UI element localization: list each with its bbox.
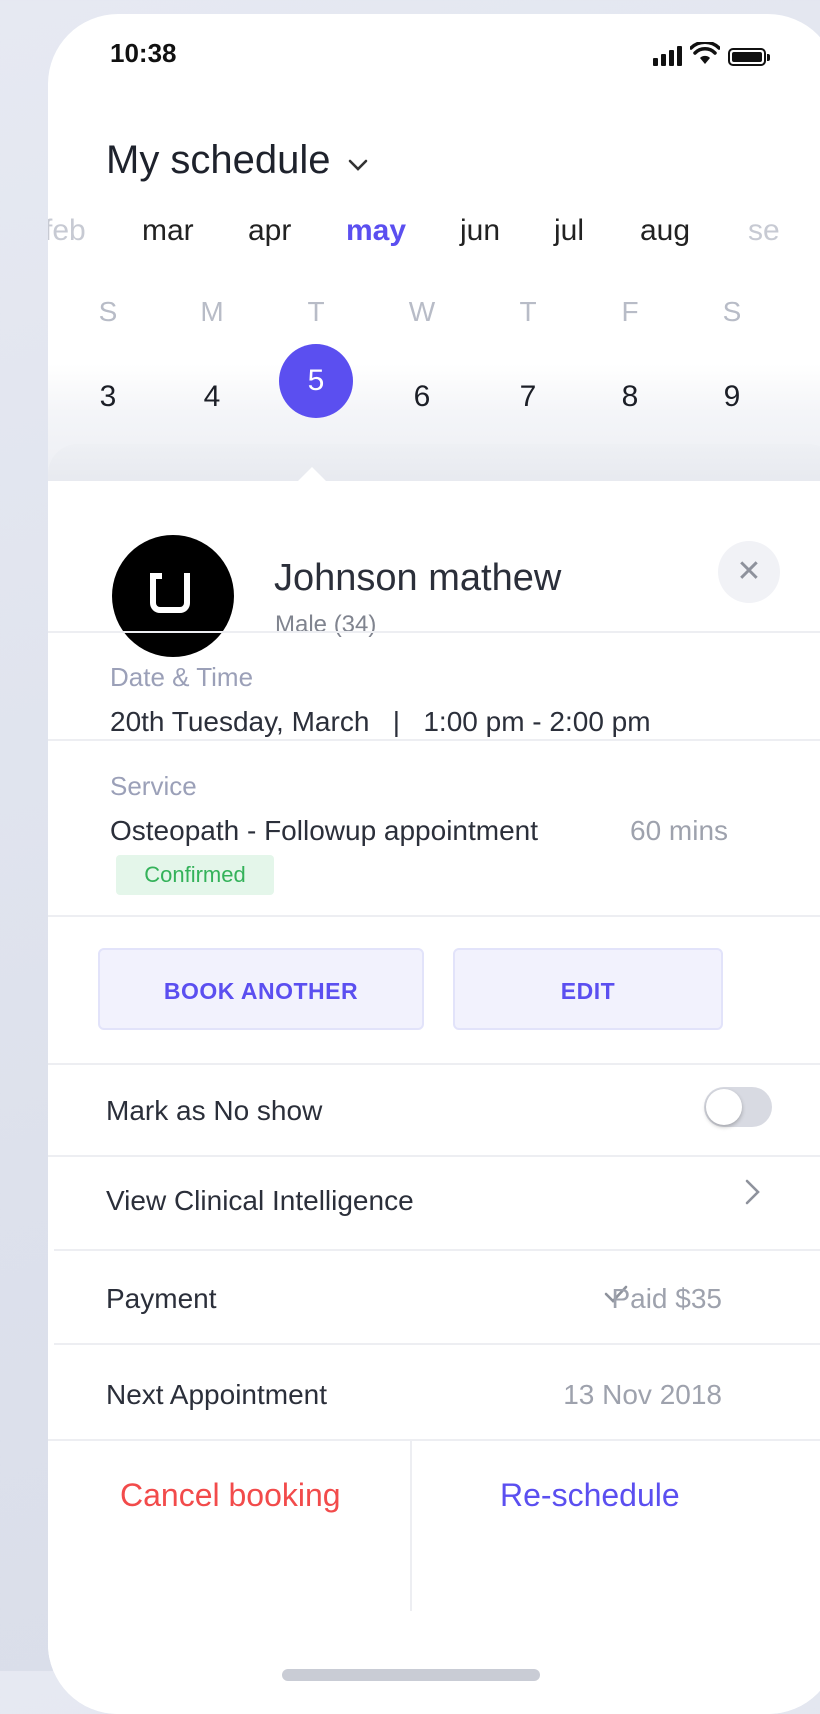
chevron-down-icon: [347, 152, 369, 178]
status-icons: [653, 42, 770, 66]
weekday-label: T: [519, 296, 537, 327]
weekday-label: F: [621, 296, 639, 327]
divider: [48, 739, 820, 741]
day-5-selected[interactable]: 5: [279, 344, 353, 418]
signal-icon: [653, 44, 682, 66]
day-6[interactable]: 6: [385, 360, 459, 434]
divider: [48, 1155, 820, 1157]
close-icon: ✕: [736, 555, 762, 588]
date-time-value: 20th Tuesday, March | 1:00 pm - 2:00 pm: [110, 706, 651, 737]
reschedule-button[interactable]: Re-schedule: [500, 1477, 680, 1514]
status-time: 10:38: [110, 38, 177, 68]
sheet-shadow: [48, 444, 820, 484]
battery-icon: [728, 48, 770, 66]
day-4[interactable]: 4: [175, 360, 249, 434]
service-duration: 60 mins: [630, 815, 729, 846]
month-may[interactable]: may: [346, 214, 406, 248]
toggle-knob: [706, 1089, 742, 1125]
divider: [48, 631, 820, 633]
month-aug[interactable]: aug: [640, 214, 690, 248]
day-7[interactable]: 7: [491, 360, 565, 434]
phone-screen: 10:38 My schedule feb mar apr may jun ju…: [48, 14, 820, 1714]
month-jun[interactable]: jun: [460, 214, 500, 248]
month-apr[interactable]: apr: [248, 214, 291, 248]
close-button[interactable]: ✕: [718, 541, 780, 603]
month-mar[interactable]: mar: [142, 214, 194, 248]
month-feb[interactable]: feb: [48, 214, 86, 248]
next-appointment-value: 13 Nov 2018: [563, 1379, 722, 1410]
divider: [48, 915, 820, 917]
payment-label: Payment: [106, 1283, 217, 1314]
service-value: Osteopath - Followup appointment: [110, 815, 539, 846]
footer-divider: [410, 1441, 412, 1611]
month-sep[interactable]: se: [748, 214, 780, 248]
patient-name: Johnson mathew: [274, 557, 562, 599]
weekday-label: W: [408, 296, 436, 327]
weekday-label: M: [200, 296, 224, 327]
day-8[interactable]: 8: [593, 360, 667, 434]
no-show-label: Mark as No show: [106, 1095, 323, 1126]
schedule-title-dropdown[interactable]: My schedule: [106, 138, 369, 183]
chevron-right-icon[interactable]: [744, 1177, 762, 1216]
status-bar: 10:38: [48, 14, 820, 94]
wifi-icon: [690, 42, 720, 64]
book-another-button[interactable]: BOOK ANOTHER: [98, 948, 424, 1030]
weekday-label: S: [722, 296, 742, 327]
appointment-sheet: Johnson mathew Male (34) ✕ Date & Time 2…: [48, 467, 820, 1714]
cancel-booking-button[interactable]: Cancel booking: [120, 1477, 341, 1514]
divider: [48, 1439, 820, 1441]
divider: [48, 1063, 820, 1065]
weekday-label: S: [98, 296, 118, 327]
payment-value: Paid $35: [611, 1283, 722, 1314]
uber-logo-icon: [150, 573, 190, 613]
status-badge: Confirmed: [116, 855, 274, 895]
page-title: My schedule: [106, 138, 331, 182]
clinical-intelligence-label[interactable]: View Clinical Intelligence: [106, 1185, 414, 1217]
no-show-toggle[interactable]: [704, 1087, 772, 1127]
avatar: [112, 535, 234, 657]
day-9[interactable]: 9: [695, 360, 769, 434]
weekday-label: T: [307, 296, 325, 327]
date-time-label: Date & Time: [110, 662, 254, 692]
month-jul[interactable]: jul: [554, 214, 584, 248]
day-3[interactable]: 3: [71, 360, 145, 434]
divider: [54, 1343, 820, 1345]
next-appointment-label: Next Appointment: [106, 1379, 328, 1410]
month-selector: feb mar apr may jun jul aug se: [48, 214, 820, 270]
sheet-pointer: [298, 467, 326, 481]
service-label: Service: [110, 771, 197, 801]
edit-button[interactable]: EDIT: [453, 948, 723, 1030]
patient-details: Male (34): [275, 611, 377, 638]
divider: [54, 1249, 820, 1251]
